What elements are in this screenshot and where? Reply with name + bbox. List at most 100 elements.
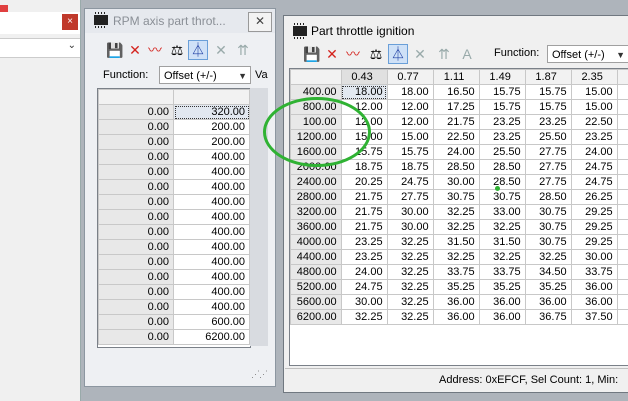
- table-cell[interactable]: 0.00: [98, 179, 174, 195]
- table-cell[interactable]: 12.00: [386, 114, 434, 130]
- row-header[interactable]: 6200.00: [290, 309, 342, 325]
- save-icon[interactable]: 💾: [302, 44, 322, 64]
- table-cell[interactable]: 22.50: [570, 114, 618, 130]
- table-cell[interactable]: 0.00: [98, 314, 174, 330]
- table-cell[interactable]: 15.75: [340, 144, 388, 160]
- table-cell[interactable]: 21.75: [340, 189, 388, 205]
- table-cell[interactable]: 0.00: [98, 209, 174, 225]
- background-window-address-bar[interactable]: ⌄: [0, 38, 80, 58]
- table-cell[interactable]: 0.00: [98, 299, 174, 315]
- table-cell[interactable]: 31.50: [478, 234, 526, 250]
- table-cell[interactable]: 32.25: [386, 279, 434, 295]
- table-cell[interactable]: 24.00: [432, 144, 480, 160]
- table-cell[interactable]: 28.50: [478, 159, 526, 175]
- table-cell[interactable]: 18.00: [340, 84, 388, 100]
- row-header[interactable]: 5600.00: [290, 294, 342, 310]
- table-cell[interactable]: 12.00: [340, 99, 388, 115]
- column-header[interactable]: 1.11: [432, 69, 480, 85]
- table-cell[interactable]: 27.75: [524, 159, 572, 175]
- row-header[interactable]: 800.00: [290, 99, 342, 115]
- ignition-grid[interactable]: 0.43 0.77 1.11 1.49 1.87 2.35 400.00 18.00 18.00…: [289, 68, 628, 366]
- table-cell[interactable]: 30.75: [478, 189, 526, 205]
- table-cell[interactable]: 32.25: [386, 309, 434, 325]
- table-cell[interactable]: 22.50: [432, 129, 480, 145]
- table-cell[interactable]: 32.25: [386, 264, 434, 280]
- table-cell[interactable]: 200.00: [173, 119, 250, 135]
- table-cell[interactable]: 20.25: [340, 174, 388, 190]
- graph-icon[interactable]: 〰: [145, 40, 165, 60]
- table-cell[interactable]: 35.25: [524, 279, 572, 295]
- table-cell[interactable]: 28.50: [432, 159, 480, 175]
- row-header[interactable]: 2000.00: [290, 159, 342, 175]
- table-cell[interactable]: 0.00: [98, 149, 174, 165]
- row-header[interactable]: 1600.00: [290, 144, 342, 160]
- column-header[interactable]: 1.49: [478, 69, 526, 85]
- table-cell[interactable]: 320.00: [173, 104, 250, 120]
- table-cell[interactable]: 0.00: [98, 329, 174, 345]
- table-cell[interactable]: 400.00: [173, 224, 250, 240]
- compare-icon[interactable]: ⏃: [388, 44, 408, 64]
- row-header[interactable]: 5200.00: [290, 279, 342, 295]
- save-icon[interactable]: 💾: [105, 40, 125, 60]
- table-cell[interactable]: 30.00: [570, 249, 618, 265]
- table-cell[interactable]: 15.75: [524, 84, 572, 100]
- table-cell[interactable]: 27.75: [524, 174, 572, 190]
- table-cell[interactable]: 200.00: [173, 134, 250, 150]
- table-cell[interactable]: 0.00: [98, 224, 174, 240]
- table-cell[interactable]: 15.00: [386, 129, 434, 145]
- table-cell[interactable]: 15.75: [386, 144, 434, 160]
- table-cell[interactable]: 32.25: [432, 204, 480, 220]
- table-cell[interactable]: 0.00: [98, 134, 174, 150]
- table-cell[interactable]: 36.00: [570, 294, 618, 310]
- row-header[interactable]: 4000.00: [290, 234, 342, 250]
- clear-icon[interactable]: ✕: [211, 40, 231, 60]
- table-cell[interactable]: 25.50: [524, 129, 572, 145]
- table-cell[interactable]: 32.25: [478, 249, 526, 265]
- resize-grip-icon[interactable]: ⋰⋰: [251, 369, 268, 380]
- table-cell[interactable]: 36.00: [478, 294, 526, 310]
- table-cell[interactable]: 0.00: [98, 194, 174, 210]
- table-cell[interactable]: 32.25: [432, 249, 480, 265]
- table-cell[interactable]: 32.25: [340, 309, 388, 325]
- function-select[interactable]: Offset (+/-) ▼: [159, 66, 251, 84]
- table-cell[interactable]: 400.00: [173, 269, 250, 285]
- table-cell[interactable]: 28.50: [478, 174, 526, 190]
- table-cell[interactable]: 29.25: [570, 204, 618, 220]
- column-header[interactable]: 0.77: [386, 69, 434, 85]
- function-select[interactable]: Offset (+/-) ▼: [547, 45, 628, 63]
- table-cell[interactable]: 36.00: [570, 279, 618, 295]
- peak-icon[interactable]: ⇈: [434, 44, 454, 64]
- table-cell[interactable]: 15.75: [478, 84, 526, 100]
- table-cell[interactable]: 30.75: [432, 189, 480, 205]
- table-cell[interactable]: 23.25: [340, 234, 388, 250]
- column-header[interactable]: [173, 89, 250, 105]
- table-cell[interactable]: 21.75: [340, 219, 388, 235]
- row-header[interactable]: 4400.00: [290, 249, 342, 265]
- table-cell[interactable]: 30.75: [524, 219, 572, 235]
- table-cell[interactable]: 400.00: [173, 284, 250, 300]
- table-cell[interactable]: 16.50: [432, 84, 480, 100]
- table-cell[interactable]: 30.00: [386, 219, 434, 235]
- table-cell[interactable]: 400.00: [173, 209, 250, 225]
- table-cell[interactable]: 30.00: [340, 294, 388, 310]
- table-cell[interactable]: 32.25: [386, 234, 434, 250]
- table-cell[interactable]: 36.00: [432, 309, 480, 325]
- table-cell[interactable]: 24.75: [340, 279, 388, 295]
- table-cell[interactable]: 15.00: [570, 84, 618, 100]
- table-cell[interactable]: 30.75: [524, 204, 572, 220]
- table-cell[interactable]: 32.25: [478, 219, 526, 235]
- table-cell[interactable]: 35.25: [432, 279, 480, 295]
- table-cell[interactable]: 32.25: [432, 219, 480, 235]
- clear-icon[interactable]: ✕: [410, 44, 430, 64]
- row-header[interactable]: 3200.00: [290, 204, 342, 220]
- balance-icon[interactable]: ⚖: [167, 40, 187, 60]
- table-cell[interactable]: 24.00: [570, 144, 618, 160]
- table-cell[interactable]: 32.25: [386, 294, 434, 310]
- font-icon[interactable]: A: [457, 44, 477, 64]
- table-cell[interactable]: 36.75: [524, 309, 572, 325]
- table-cell[interactable]: 30.75: [524, 234, 572, 250]
- table-cell[interactable]: 600.00: [173, 314, 250, 330]
- table-cell[interactable]: 400.00: [173, 179, 250, 195]
- table-cell[interactable]: 23.25: [340, 249, 388, 265]
- table-cell[interactable]: 15.00: [570, 99, 618, 115]
